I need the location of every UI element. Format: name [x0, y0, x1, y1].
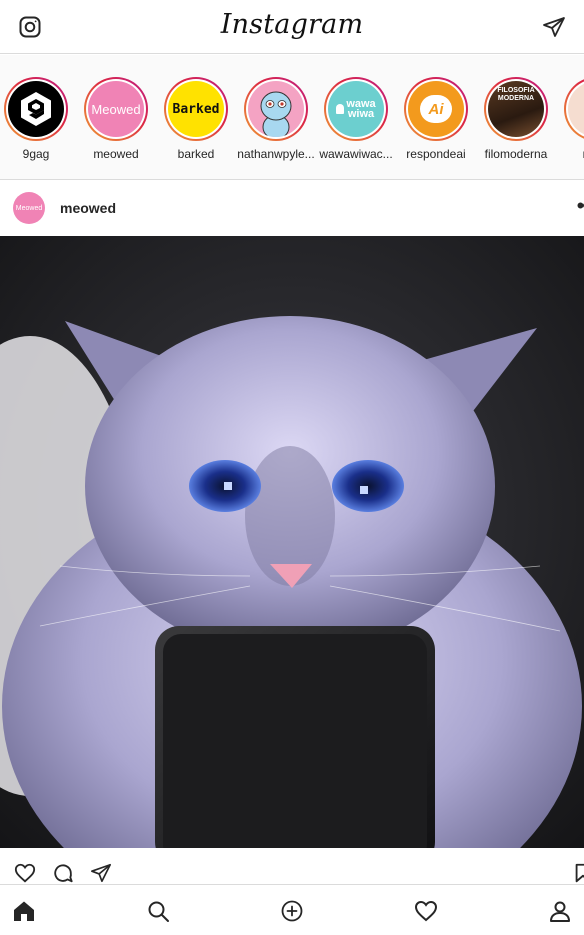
story-barked[interactable]: Barked barked [156, 77, 236, 161]
story-name: barked [177, 147, 215, 161]
profile-icon[interactable] [548, 899, 572, 923]
story-avatar [248, 81, 304, 137]
story-avatar: FILOSOFIA MODERNA [488, 81, 544, 137]
story-nathanwpyle[interactable]: nathanwpyle... [236, 77, 316, 161]
story-avatar [568, 81, 584, 137]
bottom-tab-bar [0, 884, 584, 935]
story-respondeai[interactable]: Ai respondeai [396, 77, 476, 161]
top-bar: Instagram [0, 0, 584, 54]
stories-tray: 9gag Meowed meowed Barked barked nathanw… [0, 55, 584, 180]
ghost-icon [336, 104, 344, 114]
story-meowed[interactable]: Meowed meowed [76, 77, 156, 161]
paper-plane-icon[interactable] [542, 15, 566, 39]
post-header: Meowed meowed •• [0, 181, 584, 236]
story-name: respondeai [406, 147, 466, 161]
heart-icon[interactable] [14, 862, 36, 884]
post-image[interactable] [0, 236, 584, 848]
speech-bubble-icon: Ai [420, 95, 452, 123]
9gag-logo-icon [21, 92, 51, 126]
more-options-icon[interactable]: •• [577, 193, 584, 219]
story-wawawiwac[interactable]: wawa wiwa wawawiwac... [316, 77, 396, 161]
home-icon[interactable] [12, 899, 36, 923]
post-username[interactable]: meowed [60, 200, 116, 216]
story-avatar: Ai [408, 81, 464, 137]
add-icon[interactable] [280, 899, 304, 923]
share-icon[interactable] [90, 862, 112, 884]
story-name: meowed [93, 147, 139, 161]
story-avatar: Meowed [88, 81, 144, 137]
post-actions [0, 848, 584, 884]
story-avatar [8, 81, 64, 137]
story-filomoderna[interactable]: FILOSOFIA MODERNA filomoderna [476, 77, 556, 161]
story-name: filomoderna [484, 147, 548, 161]
story-name: 9gag [22, 147, 50, 161]
story-name: wawawiwac... [319, 147, 393, 161]
story-avatar: wawa wiwa [328, 81, 384, 137]
story-name: nathanwpyle... [237, 147, 315, 161]
story-name: mem [556, 147, 584, 161]
story-avatar: Barked [168, 81, 224, 137]
search-icon[interactable] [146, 899, 170, 923]
story-mem[interactable]: mem [556, 77, 584, 161]
activity-heart-icon[interactable] [414, 899, 438, 923]
story-9gag[interactable]: 9gag [0, 77, 76, 161]
comment-icon[interactable] [52, 862, 74, 884]
app-logo: Instagram [220, 9, 364, 40]
post-avatar[interactable]: Meowed [13, 192, 45, 224]
alien-character-icon [260, 91, 292, 137]
bookmark-icon[interactable] [572, 862, 584, 884]
cat-with-phone-photo [0, 236, 584, 848]
